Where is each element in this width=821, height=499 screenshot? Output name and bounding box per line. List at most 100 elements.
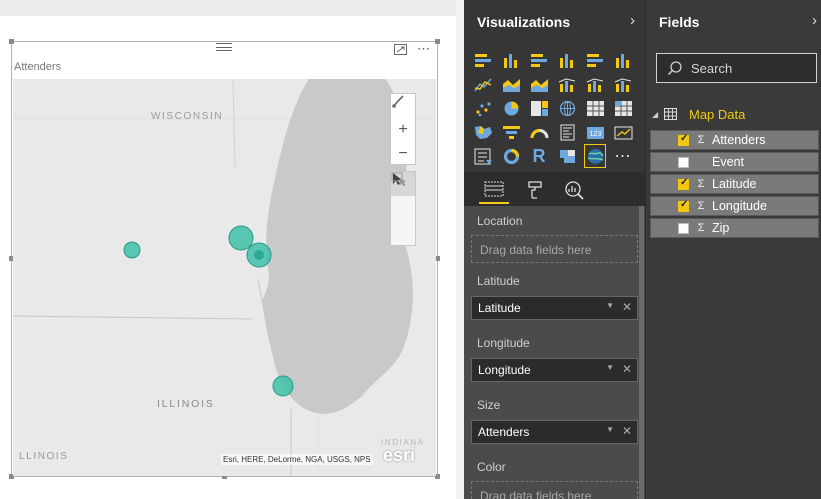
- remove-field-icon[interactable]: ✕: [622, 424, 632, 438]
- gauge-icon[interactable]: [528, 120, 550, 144]
- fields-pane: Fields › ◢ Map Data: [645, 0, 821, 499]
- resize-handle[interactable]: [435, 39, 440, 44]
- field-item-attenders[interactable]: Σ Attenders: [650, 130, 819, 150]
- tab-analytics[interactable]: [559, 176, 589, 204]
- focus-mode-icon[interactable]: [394, 44, 407, 55]
- sigma-icon: Σ: [697, 134, 705, 146]
- field-name: Attenders: [712, 133, 766, 147]
- globe-map-icon[interactable]: [556, 96, 578, 120]
- zoom-in-button[interactable]: +: [391, 118, 415, 142]
- stacked-column-chart-icon[interactable]: [500, 48, 522, 72]
- rectangle-select-icon[interactable]: [391, 172, 415, 220]
- well-field-latitude[interactable]: Latitude ▼ ✕: [471, 296, 638, 320]
- 100-percent-column-chart-icon[interactable]: [612, 48, 634, 72]
- fields-search[interactable]: [656, 53, 817, 83]
- line-and-column-chart-icon[interactable]: [556, 72, 578, 96]
- more-visuals-icon[interactable]: ⋯: [612, 144, 634, 168]
- search-input[interactable]: [691, 59, 811, 77]
- well-drop-zone-location[interactable]: Drag data fields here: [471, 235, 638, 263]
- map-bubble-inner: [254, 250, 264, 260]
- well-field-label: Attenders: [478, 425, 530, 439]
- clustered-column-chart-icon[interactable]: [556, 48, 578, 72]
- line-and-clustered-column-chart-icon[interactable]: [584, 72, 606, 96]
- remove-field-icon[interactable]: ✕: [622, 362, 632, 376]
- map-bubble[interactable]: [272, 375, 294, 397]
- tab-format[interactable]: [520, 176, 550, 204]
- remove-field-icon[interactable]: ✕: [622, 300, 632, 314]
- stacked-area-chart-icon[interactable]: [528, 72, 550, 96]
- lasso-select-icon[interactable]: [391, 172, 415, 244]
- field-wells: Location Drag data fields here Latitude Lat…: [464, 206, 645, 499]
- field-item-zip[interactable]: Σ Zip: [650, 218, 819, 238]
- chevron-down-icon[interactable]: ▼: [606, 301, 614, 310]
- field-checkbox[interactable]: [678, 133, 689, 146]
- well-field-longitude[interactable]: Longitude ▼ ✕: [471, 358, 638, 382]
- field-checkbox[interactable]: [678, 177, 689, 190]
- table-icon[interactable]: [584, 96, 606, 120]
- table-icon: [664, 108, 677, 120]
- fields-tab-icon: [484, 181, 504, 197]
- field-checkbox[interactable]: [678, 156, 689, 168]
- 100-percent-bar-chart-icon[interactable]: [584, 48, 606, 72]
- visual-title: Attenders: [14, 61, 62, 73]
- multi-row-card-icon[interactable]: [556, 120, 578, 144]
- funnel-icon[interactable]: [500, 120, 522, 144]
- field-item-event[interactable]: Event: [650, 152, 819, 172]
- arcgis-map-icon[interactable]: [584, 144, 606, 168]
- stacked-bar-chart-icon[interactable]: [472, 48, 494, 72]
- map-canvas[interactable]: WISCONSIN ILLINOIS LLINOIS INDIANA + − E…: [13, 79, 436, 476]
- chevron-down-icon[interactable]: ▼: [606, 425, 614, 434]
- sigma-icon: Σ: [697, 222, 705, 234]
- filled-map-icon[interactable]: [472, 120, 494, 144]
- map-label-illinois-edge: LLINOIS: [19, 451, 69, 462]
- more-options-button[interactable]: ⋯: [417, 41, 431, 57]
- chevron-down-icon[interactable]: ▼: [606, 363, 614, 372]
- wells-scrollbar[interactable]: [639, 206, 644, 499]
- treemap-icon[interactable]: [528, 96, 550, 120]
- ribbon-chart-icon[interactable]: [612, 72, 634, 96]
- svg-text:123: 123: [589, 131, 601, 138]
- map-visual[interactable]: ⋯ Attenders WISCONSIN ILLINOIS LLINOIS I…: [9, 39, 440, 479]
- slicer-icon[interactable]: [472, 144, 494, 168]
- kpi-icon[interactable]: [612, 120, 634, 144]
- shape-map-icon[interactable]: [556, 144, 578, 168]
- donut-chart-icon[interactable]: [500, 144, 522, 168]
- collapse-fields-icon[interactable]: ›: [812, 12, 817, 29]
- scatter-chart-icon[interactable]: [472, 96, 494, 120]
- paint-brush-icon[interactable]: [391, 94, 415, 118]
- field-checkbox[interactable]: [678, 199, 689, 212]
- well-field-size[interactable]: Attenders ▼ ✕: [471, 420, 638, 444]
- visualizations-header: Visualizations: [464, 0, 645, 44]
- area-chart-icon[interactable]: [500, 72, 522, 96]
- line-chart-icon[interactable]: [472, 72, 494, 96]
- map-bubble[interactable]: [123, 241, 141, 259]
- well-label-location: Location: [477, 214, 523, 228]
- table-name: Map Data: [689, 106, 746, 122]
- selection-tools: [390, 171, 416, 246]
- sigma-icon: Σ: [697, 200, 705, 212]
- well-field-label: Latitude: [478, 301, 521, 315]
- analytics-icon: [565, 181, 584, 200]
- matrix-icon[interactable]: [612, 96, 634, 120]
- field-checkbox[interactable]: [678, 222, 689, 234]
- drag-grip-icon[interactable]: [216, 43, 232, 51]
- card-icon[interactable]: 123: [584, 120, 606, 144]
- zoom-out-button[interactable]: −: [391, 142, 415, 166]
- resize-handle[interactable]: [9, 39, 14, 44]
- pane-gap: [456, 0, 464, 499]
- field-item-latitude[interactable]: Σ Latitude: [650, 174, 819, 194]
- field-name: Longitude: [712, 199, 767, 213]
- well-label-latitude: Latitude: [477, 274, 520, 288]
- field-item-longitude[interactable]: Σ Longitude: [650, 196, 819, 216]
- tab-fields[interactable]: [479, 176, 509, 204]
- map-bubble[interactable]: [228, 225, 254, 251]
- table-map-data[interactable]: ◢ Map Data: [652, 104, 816, 124]
- field-name: Zip: [712, 221, 730, 235]
- clustered-bar-chart-icon[interactable]: [528, 48, 550, 72]
- collapse-visualizations-icon[interactable]: ›: [630, 12, 635, 29]
- pie-chart-icon[interactable]: [500, 96, 522, 120]
- well-drop-zone-color[interactable]: Drag data fields here: [471, 481, 638, 499]
- r-visual-icon[interactable]: R: [528, 144, 550, 168]
- sigma-icon: Σ: [697, 178, 705, 190]
- expand-caret-icon[interactable]: ◢: [652, 110, 664, 119]
